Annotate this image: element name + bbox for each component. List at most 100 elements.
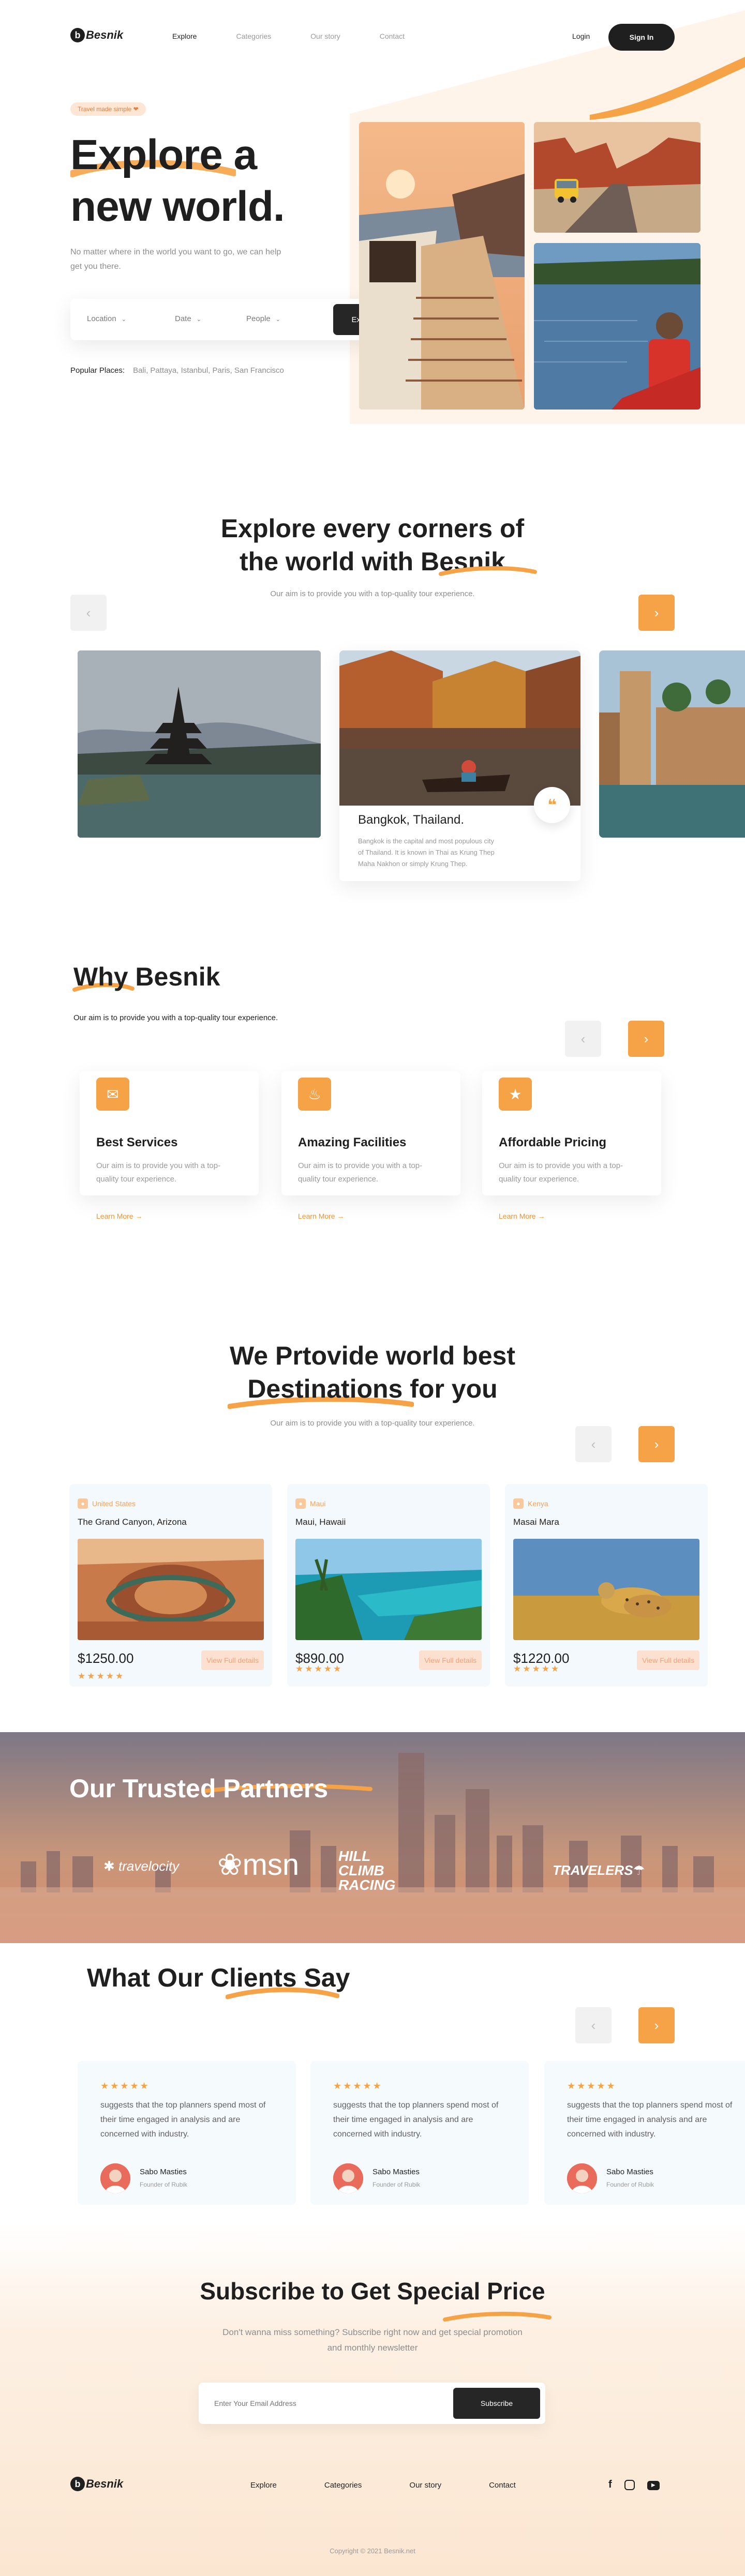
explore-prev-button[interactable]: ‹: [70, 595, 107, 631]
partners-title: Our Trusted Partners: [69, 1774, 329, 1803]
footer-link-categories[interactable]: Categories: [324, 2481, 362, 2490]
learn-more-label: Learn More: [96, 1212, 133, 1220]
destinations-title-line2: Destinations for you: [247, 1374, 498, 1403]
instagram-icon[interactable]: [624, 2480, 635, 2490]
badge-text: Travel made simple: [78, 105, 132, 113]
why-prev-button[interactable]: ‹: [565, 1021, 601, 1057]
destination-country: ● Kenya: [513, 1498, 548, 1509]
location-select[interactable]: Location ⌄: [87, 314, 126, 323]
footer-link-explore[interactable]: Explore: [250, 2481, 277, 2490]
view-details-button[interactable]: View Full details: [201, 1650, 264, 1670]
partner-name: travelocity: [118, 1858, 180, 1874]
partner-name: TRAVELERS: [553, 1862, 633, 1878]
destination-card[interactable]: ● United States The Grand Canyon, Arizona…: [69, 1484, 272, 1687]
feature-title: Best Services: [96, 1135, 178, 1149]
brand-logo[interactable]: b Besnik: [70, 28, 123, 42]
rating-stars: ★★★★★: [78, 1671, 125, 1681]
facebook-icon[interactable]: f: [608, 2479, 612, 2491]
people-select[interactable]: People ⌄: [246, 314, 280, 323]
logo-text: Besnik: [86, 28, 124, 41]
partner-logo-msn: ❀msn: [217, 1847, 299, 1882]
learn-more-link[interactable]: Learn More →: [96, 1212, 142, 1220]
subscribe-subtitle: Don't wanna miss something? Subscribe ri…: [222, 2327, 523, 2353]
youtube-icon[interactable]: ▶: [647, 2481, 660, 2490]
partner-logo-hill-climb: HILL CLIMB RACING: [338, 1848, 396, 1893]
date-label: Date: [175, 314, 191, 323]
chevron-right-icon: ›: [654, 1436, 659, 1452]
destinations-title-line1: We Prtovide world best: [230, 1341, 515, 1370]
feature-card-facilities[interactable]: ♨ Amazing Facilities Our aim is to provi…: [281, 1071, 460, 1195]
feature-desc: Our aim is to provide you with a top-qua…: [96, 1161, 221, 1184]
destinations-next-button[interactable]: ›: [638, 1426, 675, 1462]
social-links: f ▶: [608, 2479, 660, 2491]
nav-link-categories[interactable]: Categories: [236, 32, 271, 40]
popular-places: Popular Places: Bali, Pattaya, Istanbul, …: [70, 366, 284, 375]
destinations-subtitle: Our aim is to provide you with a top-qua…: [270, 1419, 475, 1428]
destination-country: ● Maui: [295, 1498, 325, 1509]
why-subtitle: Our aim is to provide you with a top-qua…: [73, 1013, 278, 1022]
subscribe-title: Subscribe to Get Special Price: [200, 2278, 545, 2305]
arrow-right-icon: →: [538, 1212, 545, 1220]
location-pin-icon: ●: [513, 1498, 524, 1509]
explore-next-button[interactable]: ›: [638, 595, 675, 631]
partner-logo-travelocity: ✱ travelocity: [103, 1858, 179, 1874]
learn-more-link[interactable]: Learn More →: [499, 1212, 545, 1220]
dubai-waterfront-photo: [599, 650, 745, 838]
featured-place-desc: Bangkok is the capital and most populous…: [358, 837, 495, 868]
why-next-button[interactable]: ›: [628, 1021, 664, 1057]
view-details-button[interactable]: View Full details: [419, 1650, 482, 1670]
feature-card-services[interactable]: ✉ Best Services Our aim is to provide yo…: [80, 1071, 259, 1195]
chevron-down-icon: ⌄: [275, 316, 280, 323]
login-link[interactable]: Login: [572, 32, 590, 40]
subscribe-button[interactable]: Subscribe: [453, 2388, 540, 2419]
bangkok-market-photo: [339, 650, 580, 806]
chevron-down-icon: ⌄: [121, 316, 126, 323]
chevron-left-icon: ‹: [591, 2017, 596, 2033]
country-label: Maui: [310, 1499, 326, 1508]
destinations-prev-button[interactable]: ‹: [575, 1426, 612, 1462]
nav-link-explore[interactable]: Explore: [172, 32, 197, 40]
footer-link-contact[interactable]: Contact: [489, 2481, 516, 2490]
globe-icon: ✱: [103, 1858, 115, 1874]
destination-card[interactable]: ● Maui Maui, Hawaii $890.00 ★★★★★ View Fu…: [287, 1484, 490, 1687]
footer-link-our-story[interactable]: Our story: [409, 2481, 441, 2490]
footer-logo[interactable]: b Besnik: [70, 2477, 123, 2491]
hero-title-line1: Explore a: [70, 131, 257, 178]
heart-icon: ❤: [133, 105, 139, 113]
view-details-button[interactable]: View Full details: [637, 1650, 699, 1670]
people-label: People: [246, 314, 271, 323]
feature-title: Amazing Facilities: [298, 1135, 407, 1149]
hero-subtitle: No matter where in the world you want to…: [70, 248, 281, 271]
country-label: United States: [92, 1499, 136, 1508]
umbrella-icon: ☂: [633, 1862, 645, 1878]
learn-more-label: Learn More: [499, 1212, 536, 1220]
nav-link-our-story[interactable]: Our story: [310, 32, 340, 40]
destination-card[interactable]: ● Kenya Masai Mara $1220.00 ★★★★★ View Fu…: [505, 1484, 708, 1687]
location-pin-icon: ●: [78, 1498, 88, 1509]
testimonials-prev-button[interactable]: ‹: [575, 2007, 612, 2043]
title-underline: [439, 566, 537, 576]
testimonial-card: ★★★★★ suggests that the top planners spe…: [78, 2061, 296, 2205]
chevron-right-icon: ›: [654, 2017, 659, 2033]
rating-stars: ★★★★★: [100, 2081, 150, 2091]
chevron-left-icon: ‹: [86, 604, 91, 620]
destination-name: The Grand Canyon, Arizona: [78, 1517, 187, 1527]
email-input[interactable]: [214, 2395, 431, 2412]
chevron-right-icon: ›: [644, 1031, 649, 1047]
learn-more-link[interactable]: Learn More →: [298, 1212, 344, 1220]
signin-button[interactable]: Sign In: [608, 24, 675, 51]
avatar: [100, 2163, 130, 2193]
date-select[interactable]: Date ⌄: [175, 314, 201, 323]
explore-subtitle: Our aim is to provide you with a top-qua…: [270, 589, 475, 598]
copyright: Copyright © 2021 Besnik.net: [330, 2547, 415, 2555]
testimonial-text: suggests that the top planners spend mos…: [100, 2101, 266, 2139]
nav-link-contact[interactable]: Contact: [380, 32, 405, 40]
testimonials-next-button[interactable]: ›: [638, 2007, 675, 2043]
feature-desc: Our aim is to provide you with a top-qua…: [298, 1161, 423, 1184]
featured-place-card[interactable]: ❝ Bangkok, Thailand. Bangkok is the capi…: [339, 650, 580, 881]
featured-place-name: Bangkok, Thailand.: [358, 813, 465, 827]
testimonial-text: suggests that the top planners spend mos…: [567, 2101, 733, 2139]
testimonials-title: What Our Clients Say: [87, 1963, 350, 1992]
butterfly-icon: ❀: [217, 1848, 243, 1882]
feature-card-pricing[interactable]: ★ Affordable Pricing Our aim is to provi…: [482, 1071, 661, 1195]
